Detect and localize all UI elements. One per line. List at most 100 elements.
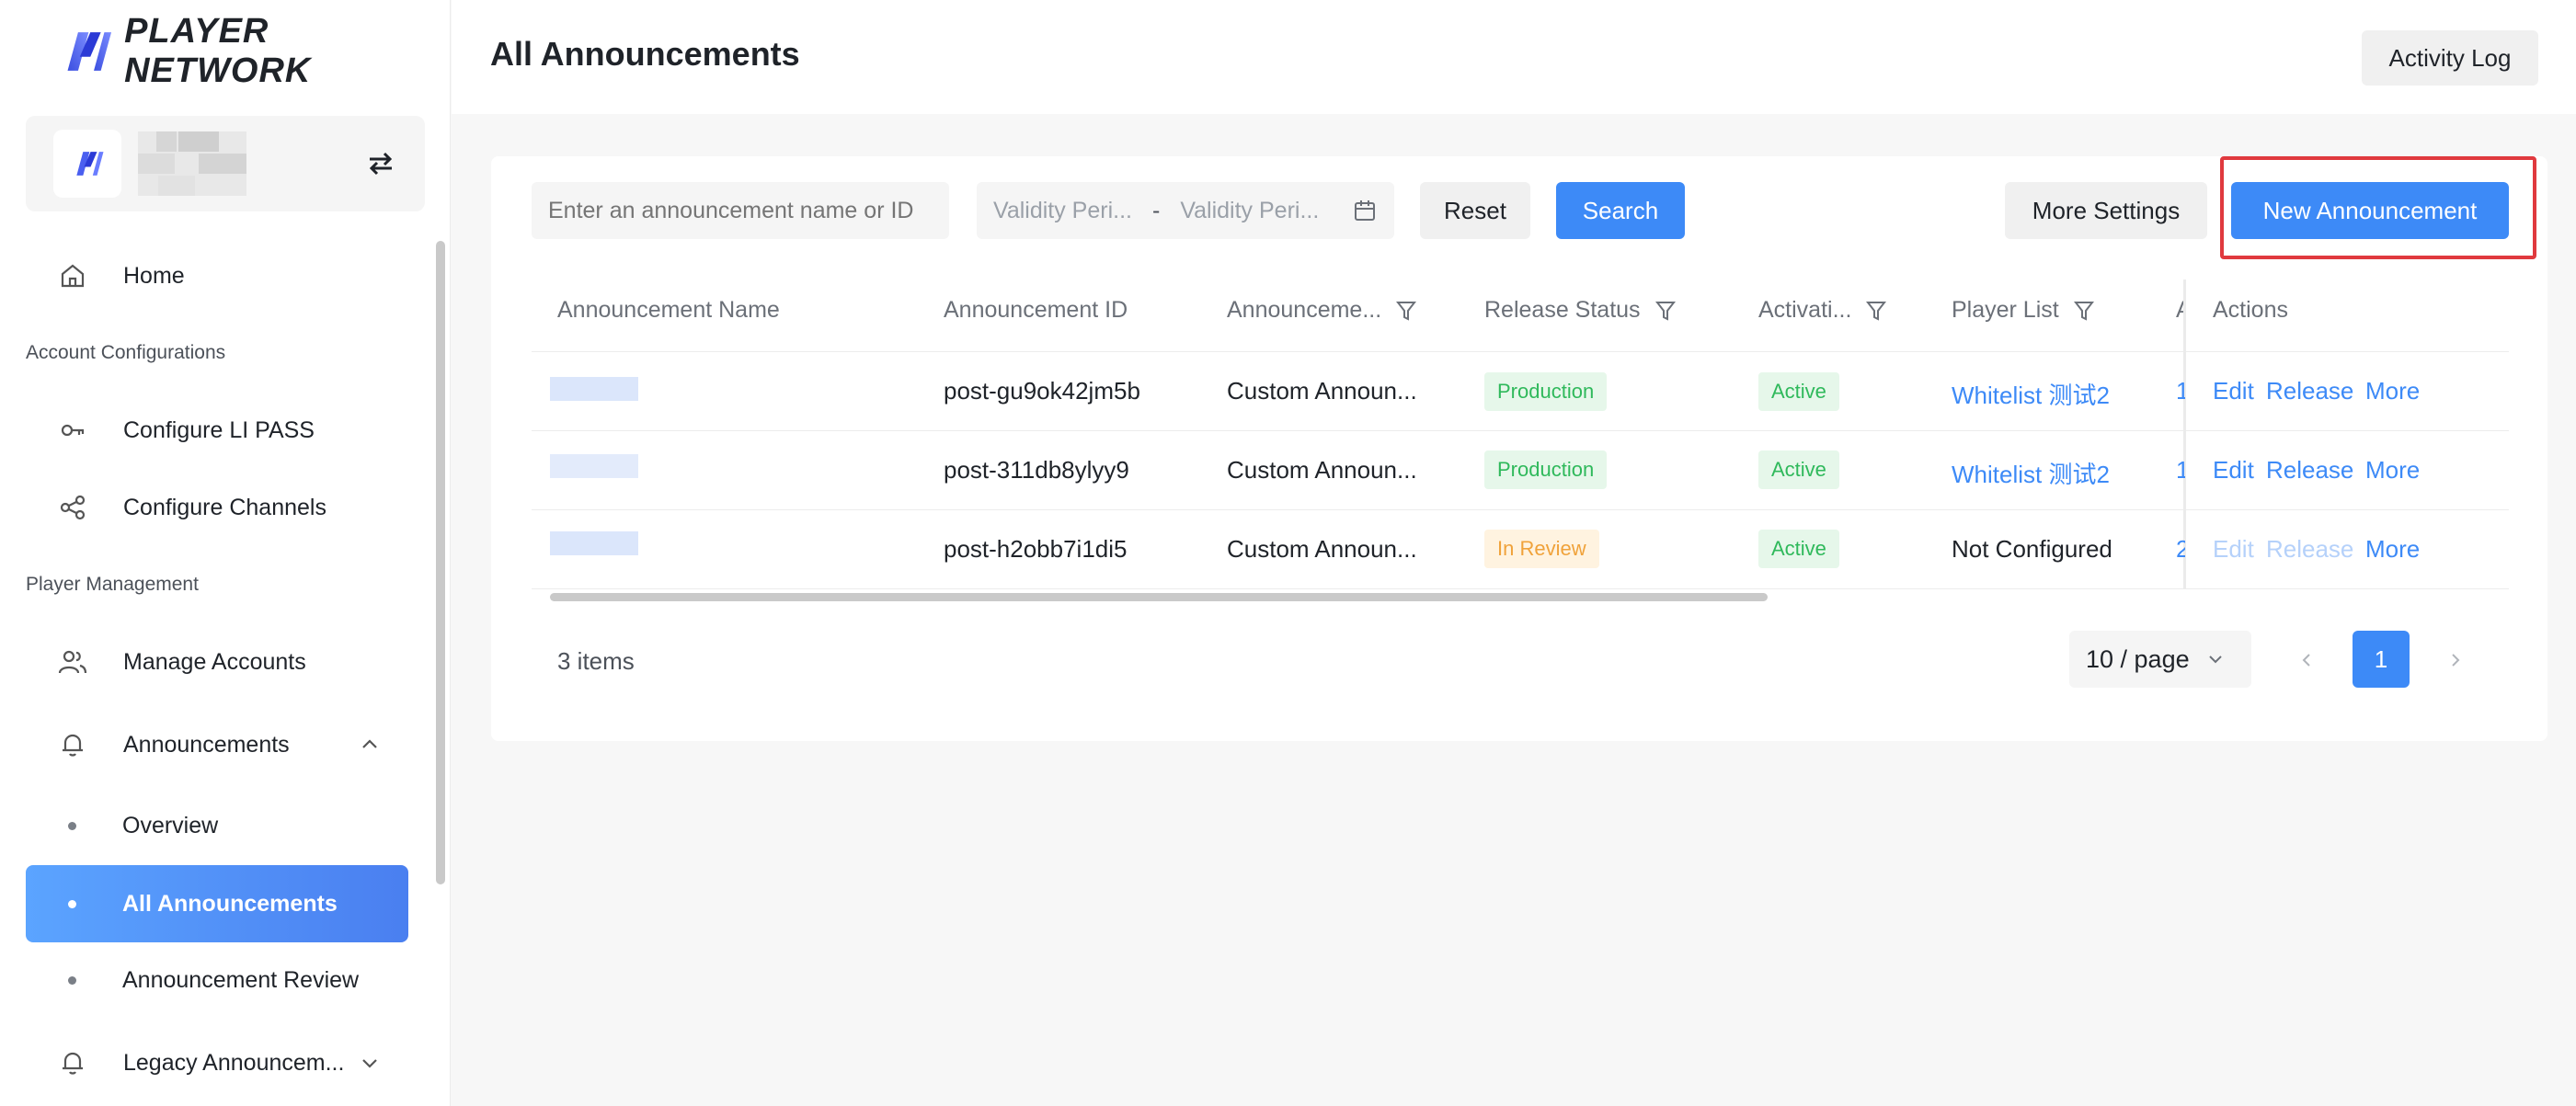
sidebar-item-label: Overview [122, 812, 219, 838]
sidebar-item-all-announcements[interactable]: All Announcements [26, 865, 408, 942]
activity-log-button[interactable]: Activity Log [2362, 30, 2538, 86]
sidebar-scrollbar[interactable] [436, 241, 445, 884]
announcement-name-redacted[interactable] [550, 377, 638, 401]
release-link[interactable]: Release [2266, 377, 2353, 405]
table-horizontal-scrollbar[interactable] [550, 593, 1768, 601]
validity-period-range-picker[interactable]: Validity Peri... - Validity Peri... [977, 182, 1394, 239]
page-title: All Announcements [490, 35, 800, 73]
release-link[interactable]: Release [2266, 456, 2353, 485]
filter-icon[interactable] [1866, 300, 1887, 322]
new-announcement-highlight-box [2220, 156, 2536, 259]
column-header-release-status: Release Status [1484, 297, 1676, 324]
column-header-actions: Actions [2213, 297, 2288, 324]
sidebar: PLAYER NETWORK Home Account Configuratio… [0, 0, 451, 1106]
sidebar-item-manage-accounts[interactable]: Manage Accounts [26, 623, 408, 701]
switch-arrows-icon[interactable] [364, 147, 397, 180]
filter-icon[interactable] [1654, 300, 1676, 322]
reset-button[interactable]: Reset [1420, 182, 1530, 239]
announcement-type: Custom Announ... [1227, 535, 1417, 563]
player-network-logo-icon [67, 32, 112, 71]
column-header-label: Announcement ID [944, 297, 1128, 323]
organization-switcher[interactable] [26, 116, 425, 211]
more-link[interactable]: More [2365, 377, 2420, 405]
more-link[interactable]: More [2365, 456, 2420, 485]
page-size-select[interactable]: 10 / page [2069, 631, 2251, 688]
sidebar-item-label: Announcement Review [122, 966, 360, 993]
sidebar-item-configure-channels[interactable]: Configure Channels [26, 469, 408, 546]
sidebar-item-label: All Announcements [122, 890, 338, 917]
column-header-label: Player List [1952, 297, 2059, 323]
org-logo-icon [76, 152, 104, 176]
filter-icon[interactable] [1396, 300, 1417, 322]
sidebar-item-home[interactable]: Home [26, 237, 408, 314]
column-header-type: Announceme... [1227, 297, 1417, 324]
truncated-cell: 1 [2176, 456, 2185, 484]
release-status-badge: Production [1484, 450, 1608, 489]
sidebar-item-label: Configure Channels [123, 494, 326, 520]
sidebar-item-announcement-review[interactable]: Announcement Review [26, 941, 408, 1019]
filter-icon[interactable] [2073, 300, 2094, 322]
release-status-badge: Production [1484, 372, 1608, 411]
sidebar-item-label: Home [123, 262, 185, 289]
edit-link-disabled: Edit [2213, 535, 2254, 563]
search-button[interactable]: Search [1556, 182, 1685, 239]
player-list-link[interactable]: Whitelist 测试2 [1952, 377, 2110, 411]
announcement-type: Custom Announ... [1227, 456, 1417, 484]
table-divider [532, 588, 2509, 589]
activation-status-badge: Active [1758, 530, 1839, 568]
column-header-label: Announceme... [1227, 297, 1382, 323]
chevron-down-icon [2208, 656, 2222, 664]
announcement-id: post-311db8ylyy9 [944, 456, 1129, 484]
announcement-name-redacted[interactable] [550, 531, 638, 555]
column-header-label: Announcement Name [557, 297, 780, 323]
column-header-player-list: Player List [1952, 297, 2094, 324]
bullet-dot-icon [68, 899, 76, 908]
player-list-link[interactable]: Whitelist 测试2 [1952, 456, 2110, 490]
bullet-dot-icon [68, 975, 76, 985]
announcement-type: Custom Announ... [1227, 377, 1417, 405]
announcement-id: post-h2obb7i1di5 [944, 535, 1128, 563]
calendar-icon [1355, 200, 1375, 221]
announcement-id: post-gu9ok42jm5b [944, 377, 1140, 405]
date-start-placeholder: Validity Peri... [993, 197, 1132, 223]
page-size-value: 10 / page [2086, 644, 2190, 673]
sidebar-item-legacy-announcements[interactable]: Legacy Announcem... [26, 1024, 408, 1101]
activation-status-badge: Active [1758, 450, 1839, 489]
column-header-activation: Activati... [1758, 297, 1887, 324]
edit-link[interactable]: Edit [2213, 456, 2254, 485]
more-settings-button[interactable]: More Settings [2005, 182, 2207, 239]
section-account-configurations: Account Configurations [26, 342, 226, 363]
date-range-separator: - [1151, 197, 1161, 223]
chevron-up-icon [362, 739, 377, 748]
more-link[interactable]: More [2365, 535, 2420, 564]
table-divider [532, 351, 2509, 352]
column-header-name: Announcement Name [557, 297, 780, 324]
sidebar-item-announcements[interactable]: Announcements [26, 706, 408, 783]
sidebar-item-overview[interactable]: Overview [26, 787, 408, 864]
chevron-down-icon [362, 1059, 377, 1068]
users-icon [57, 646, 88, 678]
player-list-value: Not Configured [1952, 535, 2112, 563]
announcement-search-input[interactable] [532, 182, 949, 239]
next-page-icon[interactable] [2444, 647, 2467, 673]
org-name-redacted [138, 131, 246, 196]
previous-page-icon[interactable] [2296, 647, 2318, 673]
brand-logo[interactable]: PLAYER NETWORK [59, 12, 450, 90]
release-status-badge: In Review [1484, 530, 1599, 568]
bullet-dot-icon [68, 821, 76, 830]
org-avatar [53, 130, 121, 198]
sidebar-item-label: Legacy Announcem... [123, 1049, 345, 1076]
sidebar-item-label: Manage Accounts [123, 648, 306, 675]
column-header-id: Announcement ID [944, 297, 1128, 324]
bell-icon [57, 1047, 88, 1078]
page-number-current[interactable]: 1 [2353, 631, 2410, 688]
column-header-label: Actions [2213, 297, 2288, 323]
sidebar-item-configure-lipass[interactable]: Configure LI PASS [26, 392, 408, 469]
edit-link[interactable]: Edit [2213, 377, 2254, 405]
column-header-label: Release Status [1484, 297, 1641, 323]
table-divider [532, 509, 2509, 510]
announcement-name-redacted[interactable] [550, 454, 638, 478]
bell-icon [57, 729, 88, 760]
date-end-placeholder: Validity Peri... [1180, 197, 1320, 223]
table-divider [532, 430, 2509, 431]
